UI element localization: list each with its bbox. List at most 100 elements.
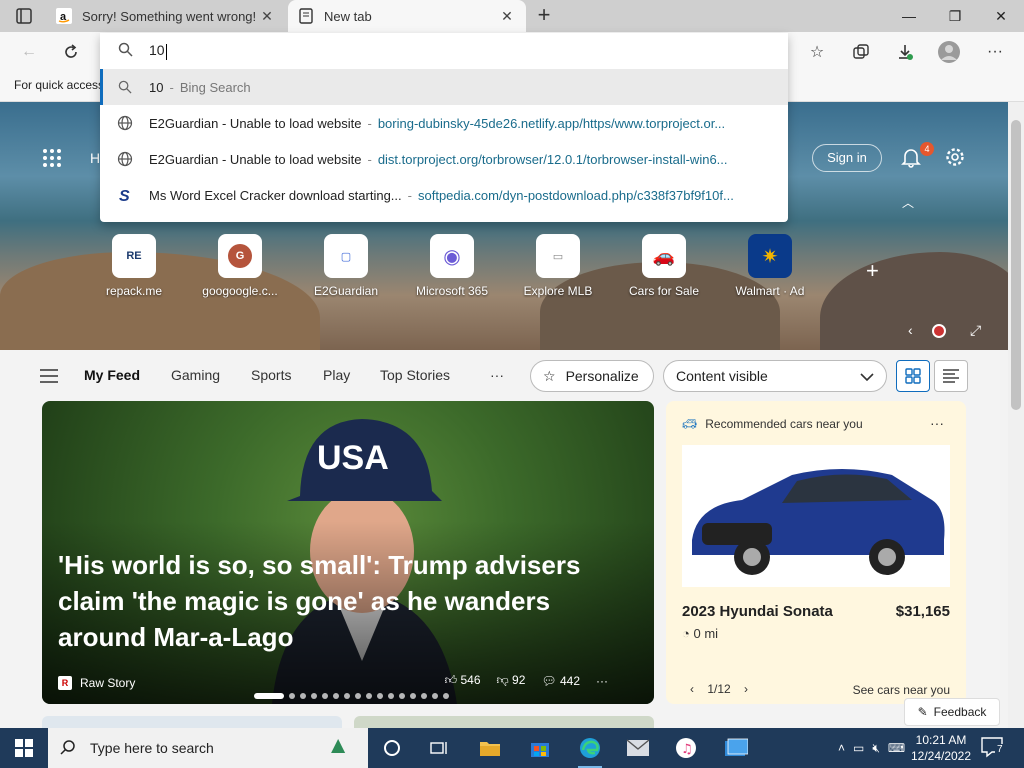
gear-icon[interactable]: [944, 146, 966, 168]
story-source[interactable]: Raw Story: [80, 676, 135, 690]
scrollbar-thumb[interactable]: [1011, 120, 1021, 410]
like-button[interactable]: 👍︎ 546: [445, 673, 481, 688]
tab-actions-button[interactable]: [8, 6, 40, 28]
sign-in-button[interactable]: Sign in: [812, 144, 882, 172]
hero-mini-badge[interactable]: [932, 324, 946, 338]
quick-link[interactable]: ▢ E2Guardian: [300, 234, 392, 298]
task-view-icon[interactable]: [416, 728, 464, 768]
feed-tab-play[interactable]: Play: [323, 367, 350, 383]
profile-avatar-icon[interactable]: [936, 39, 962, 65]
taskbar-clock[interactable]: 10:21 AM 12/24/2022: [908, 732, 974, 764]
tile-glyph: ◉: [443, 245, 461, 268]
text-caret: [165, 43, 167, 60]
see-cars-link[interactable]: See cars near you: [853, 683, 950, 697]
store-icon[interactable]: [516, 728, 564, 768]
carousel-dot[interactable]: [421, 693, 427, 699]
quick-link[interactable]: ▭ Explore MLB: [512, 234, 604, 298]
car-title[interactable]: 2023 Hyundai Sonata: [682, 603, 833, 620]
maximize-button[interactable]: ❐: [932, 0, 978, 32]
chevron-left-icon[interactable]: ‹: [908, 322, 913, 338]
windows-start-icon[interactable]: [0, 728, 48, 768]
minimize-button[interactable]: —: [886, 0, 932, 32]
dislike-button[interactable]: 👎︎ 92: [497, 673, 526, 688]
carousel-dot[interactable]: [333, 693, 339, 699]
apps-grid-icon[interactable]: [42, 148, 62, 168]
network-icon[interactable]: ▭: [853, 741, 864, 755]
feed-more-button[interactable]: ···: [490, 367, 504, 383]
tab-close-icon[interactable]: ✕: [498, 8, 516, 25]
edge-icon[interactable]: [566, 728, 614, 768]
settings-more-icon[interactable]: ···: [982, 39, 1008, 65]
quick-link[interactable]: RE repack.me: [88, 234, 180, 298]
hamburger-menu-icon[interactable]: [40, 369, 58, 383]
suggestion-item[interactable]: S Ms Word Excel Cracker download startin…: [100, 177, 788, 213]
back-icon[interactable]: ←: [16, 39, 42, 65]
quick-link[interactable]: ✷ Walmart · Ad: [724, 234, 816, 298]
feed-tab-sports[interactable]: Sports: [251, 367, 291, 383]
expand-icon[interactable]: ⤢: [970, 322, 981, 339]
quick-links: RE repack.me G googoogle.c... ▢ E2Guardi…: [100, 234, 820, 304]
favorites-icon[interactable]: ☆: [804, 39, 830, 65]
carousel-dot[interactable]: [289, 693, 295, 699]
chevron-left-icon[interactable]: ‹: [690, 682, 694, 696]
itunes-icon[interactable]: ♫: [662, 728, 710, 768]
comments-button[interactable]: 💬︎ 442: [541, 674, 580, 688]
grid-view-button[interactable]: [896, 360, 930, 392]
chevron-up-icon[interactable]: ︿: [902, 194, 914, 211]
feed-tab-gaming[interactable]: Gaming: [171, 367, 220, 383]
address-bar-value: 10: [149, 42, 167, 60]
cars-card[interactable]: 🚙︎ Recommended cars near you ··· 2023 Hy…: [666, 401, 966, 704]
feed-tab-top-stories[interactable]: Top Stories: [380, 367, 450, 383]
carousel-dot[interactable]: [377, 693, 383, 699]
carousel-dot[interactable]: [399, 693, 405, 699]
chevron-up-icon[interactable]: ˄: [838, 741, 845, 755]
downloads-icon[interactable]: [892, 39, 918, 65]
carousel-dot[interactable]: [432, 693, 438, 699]
quick-link[interactable]: G googoogle.c...: [194, 234, 286, 298]
tab-inactive[interactable]: a Sorry! Something went wrong! ✕: [46, 0, 286, 32]
suggestion-item[interactable]: E2Guardian - Unable to load website - bo…: [100, 105, 788, 141]
feed-tab-my-feed[interactable]: My Feed: [84, 367, 140, 383]
bell-icon[interactable]: [900, 146, 922, 168]
close-window-button[interactable]: ✕: [978, 0, 1024, 32]
carousel-dot[interactable]: [355, 693, 361, 699]
new-tab-button[interactable]: +: [533, 4, 555, 28]
story-headline[interactable]: 'His world is so, so small': Trump advis…: [58, 547, 618, 655]
quick-link[interactable]: ◉ Microsoft 365: [406, 234, 498, 298]
list-view-button[interactable]: [934, 360, 968, 392]
mail-icon[interactable]: [614, 728, 662, 768]
action-center-icon[interactable]: 7: [980, 736, 1010, 760]
add-quick-link-icon[interactable]: +: [866, 258, 879, 284]
collections-icon[interactable]: [848, 39, 874, 65]
feedback-button[interactable]: ✎ Feedback: [904, 698, 1000, 726]
carousel-dot[interactable]: [300, 693, 306, 699]
vertical-scrollbar[interactable]: [1008, 102, 1024, 728]
taskbar-search-input[interactable]: Type here to search ▲: [48, 728, 368, 768]
suggestion-item[interactable]: 10 - Bing Search: [100, 69, 788, 105]
carousel-dot[interactable]: [366, 693, 372, 699]
refresh-icon[interactable]: [58, 39, 84, 65]
tab-active[interactable]: New tab ✕: [288, 0, 526, 32]
cars-card-more-button[interactable]: ···: [930, 415, 944, 431]
carousel-dot[interactable]: [254, 693, 284, 699]
app-window-icon[interactable]: [712, 728, 760, 768]
address-bar[interactable]: 10: [100, 33, 788, 69]
carousel-dot[interactable]: [322, 693, 328, 699]
file-explorer-icon[interactable]: [466, 728, 514, 768]
carousel-dot[interactable]: [410, 693, 416, 699]
volume-muted-icon[interactable]: 🔇︎: [872, 741, 880, 756]
chevron-right-icon[interactable]: ›: [744, 682, 748, 696]
quick-link[interactable]: 🚗 Cars for Sale: [618, 234, 710, 298]
carousel-dot[interactable]: [311, 693, 317, 699]
personalize-button[interactable]: ☆ Personalize: [530, 360, 654, 392]
suggestion-item[interactable]: E2Guardian - Unable to load website - di…: [100, 141, 788, 177]
carousel-dot[interactable]: [443, 693, 449, 699]
top-story-card[interactable]: USA 'His world is so, so small': Trump a…: [42, 401, 654, 704]
carousel-dot[interactable]: [344, 693, 350, 699]
cortana-icon[interactable]: [368, 728, 416, 768]
carousel-dot[interactable]: [388, 693, 394, 699]
content-visibility-select[interactable]: Content visible: [663, 360, 887, 392]
tab-close-icon[interactable]: ✕: [258, 8, 276, 25]
story-more-button[interactable]: ···: [596, 674, 608, 688]
keyboard-icon[interactable]: ⌨: [888, 741, 905, 755]
